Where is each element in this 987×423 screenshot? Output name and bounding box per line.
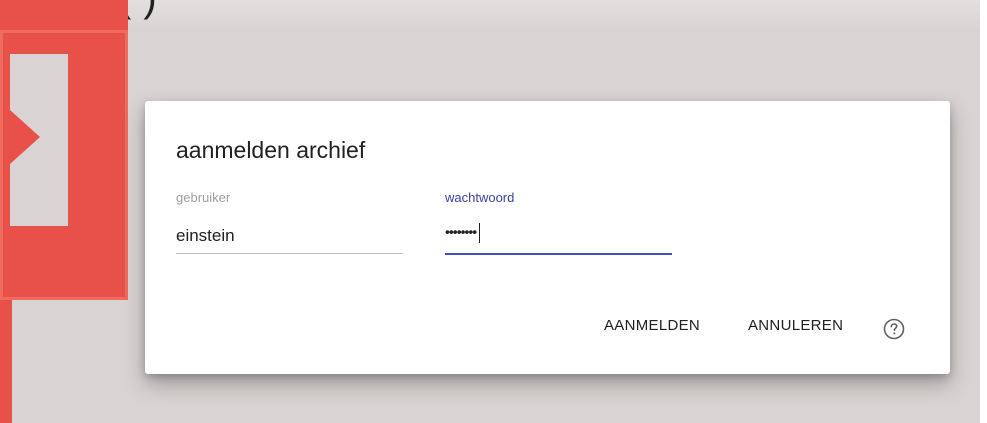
username-field[interactable]: gebruiker einstein: [176, 190, 403, 254]
password-underline: [445, 253, 672, 255]
password-masked-value: ••••••••: [445, 223, 477, 240]
text-cursor: [479, 223, 481, 243]
window-edge: [980, 0, 987, 423]
username-underline: [176, 253, 403, 254]
login-button[interactable]: AANMELDEN: [604, 317, 700, 334]
help-icon[interactable]: [883, 318, 905, 340]
username-input[interactable]: einstein: [176, 226, 235, 246]
logo-stem: [0, 300, 12, 423]
login-dialog: aanmelden archief gebruiker einstein wac…: [145, 101, 950, 374]
password-field[interactable]: wachtwoord ••••••••: [445, 190, 672, 255]
username-label: gebruiker: [176, 190, 231, 205]
screen: ( ) aanmelden archief gebruiker einstein…: [0, 0, 987, 423]
password-label: wachtwoord: [445, 190, 515, 205]
brand-logo: [0, 0, 130, 423]
password-input[interactable]: ••••••••: [445, 223, 481, 243]
logo-arrow-icon: [10, 110, 40, 164]
help-circle-icon: [883, 318, 905, 340]
dialog-title: aanmelden archief: [176, 137, 366, 163]
cancel-button[interactable]: ANNULEREN: [748, 317, 843, 334]
